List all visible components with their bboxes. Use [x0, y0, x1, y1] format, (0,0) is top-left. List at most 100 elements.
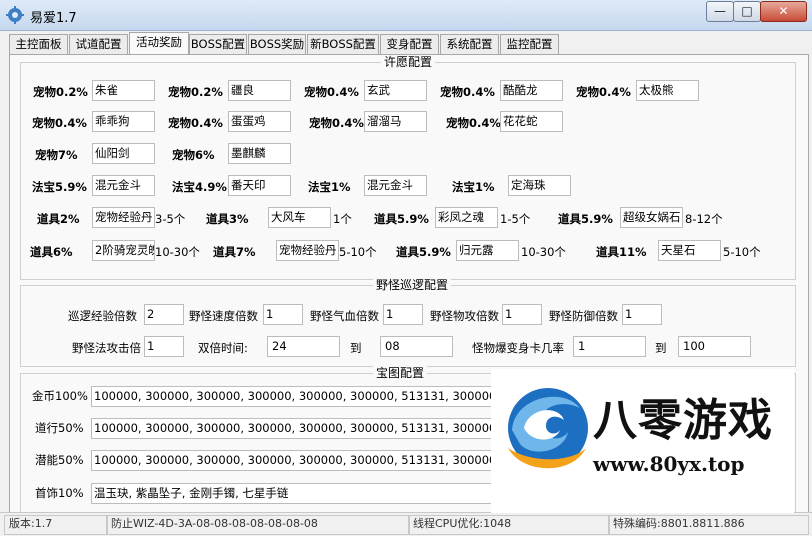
wish-row4-label-3: 法宝1%: [308, 180, 351, 194]
wish-config-title: 许愿配置: [381, 55, 436, 69]
wish-row4-field-2[interactable]: 番天印: [228, 175, 291, 196]
tab-new-boss-config[interactable]: 新BOSS配置: [307, 34, 379, 54]
wish-row3-label-2: 宠物6%: [172, 148, 215, 162]
wish-row6-label-4: 道具11%: [596, 245, 647, 259]
watermark-brand: 八零游戏: [593, 395, 773, 446]
monster-speed-label: 野怪速度倍数: [189, 309, 258, 323]
wish-row1-label-4: 宠物0.4%: [440, 85, 495, 99]
close-button[interactable]: ✕: [760, 1, 807, 22]
wave-logo-icon: [508, 388, 588, 469]
wish-row2-label-1: 宠物0.4%: [32, 116, 87, 130]
status-protection: 防止WIZ-4D-3A-08-08-08-08-08-08-08: [106, 515, 410, 535]
tab-main-panel[interactable]: 主控面板: [9, 34, 68, 54]
wish-row4-field-4[interactable]: 定海珠: [508, 175, 571, 196]
wish-row5-qty-3: 1-5个: [500, 212, 531, 226]
wish-row1-label-5: 宠物0.4%: [576, 85, 631, 99]
wish-row4-label-2: 法宝4.9%: [172, 180, 227, 194]
status-cpu: 线程CPU优化:1048: [408, 515, 610, 535]
patrol-exp-label: 巡逻经验倍数: [68, 309, 137, 323]
treasure-daoxing-label: 道行50%: [35, 421, 84, 435]
wish-row5-label-3: 道具5.9%: [374, 212, 429, 226]
monster-def-label: 野怪防御倍数: [549, 309, 618, 323]
wish-row2-field-2[interactable]: 蛋蛋鸡: [228, 111, 291, 132]
wish-row3-label-1: 宠物7%: [35, 148, 78, 162]
wish-row1-label-3: 宠物0.4%: [304, 85, 359, 99]
wish-row5-field-4[interactable]: 超级女娲石: [620, 207, 683, 228]
wish-row5-label-4: 道具5.9%: [558, 212, 613, 226]
wish-row6-field-2[interactable]: 宠物经验丹: [276, 240, 339, 261]
wish-row2-label-3: 宠物0.4%: [309, 116, 364, 130]
monster-magic-field[interactable]: 1: [144, 336, 184, 357]
status-encoding: 特殊编码:8801.8811.886: [608, 515, 809, 535]
transform-card-to-label: 到: [655, 341, 667, 355]
minimize-button[interactable]: —: [706, 1, 734, 22]
wish-row6-field-1[interactable]: 2阶骑宠灵魄: [92, 240, 155, 261]
wish-row6-label-3: 道具5.9%: [396, 245, 451, 259]
wish-row5-field-3[interactable]: 彩凤之魂: [435, 207, 498, 228]
wish-row2-field-3[interactable]: 溜溜马: [364, 111, 427, 132]
wish-row6-label-1: 道具6%: [30, 245, 73, 259]
wish-row5-qty-2: 1个: [333, 212, 352, 226]
wish-row2-field-4[interactable]: 花花蛇: [500, 111, 563, 132]
tab-monitor-config[interactable]: 监控配置: [500, 34, 559, 54]
monster-speed-field[interactable]: 1: [263, 304, 303, 325]
treasure-map-title: 宝图配置: [373, 366, 428, 380]
treasure-gold-label: 金币100%: [32, 389, 88, 403]
monster-hp-label: 野怪气血倍数: [310, 309, 379, 323]
transform-card-rate-label: 怪物爆变身卡几率: [472, 341, 564, 355]
wish-row6-label-2: 道具7%: [213, 245, 256, 259]
status-bar: 版本:1.7 防止WIZ-4D-3A-08-08-08-08-08-08-08 …: [0, 512, 812, 536]
wish-row3-field-1[interactable]: 仙阳剑: [92, 143, 155, 164]
wish-row4-field-1[interactable]: 混元金斗: [92, 175, 155, 196]
wish-row5-label-1: 道具2%: [37, 212, 80, 226]
wish-row1-label-1: 宠物0.2%: [33, 85, 88, 99]
wish-row1-field-4[interactable]: 酷酷龙: [500, 80, 563, 101]
wish-row6-field-3[interactable]: 归元露: [456, 240, 519, 261]
wish-row2-label-2: 宠物0.4%: [168, 116, 223, 130]
tab-transform-config[interactable]: 变身配置: [380, 34, 439, 54]
wish-row1-field-3[interactable]: 玄武: [364, 80, 427, 101]
wish-row2-field-1[interactable]: 乖乖狗: [92, 111, 155, 132]
tab-trial-config[interactable]: 试道配置: [69, 34, 128, 54]
tab-system-config[interactable]: 系统配置: [440, 34, 499, 54]
monster-hp-field[interactable]: 1: [383, 304, 423, 325]
wish-row6-qty-4: 5-10个: [723, 245, 761, 259]
double-time-to-label: 到: [350, 341, 362, 355]
tab-boss-rewards[interactable]: BOSS奖励: [248, 34, 306, 54]
wish-row4-label-1: 法宝5.9%: [32, 180, 87, 194]
status-version: 版本:1.7: [4, 515, 108, 535]
title-bar: 易爱1.7 — □ ✕: [0, 0, 812, 31]
wish-row1-field-2[interactable]: 疆良: [228, 80, 291, 101]
monster-patrol-title: 野怪巡逻配置: [373, 278, 452, 292]
wish-row4-label-4: 法宝1%: [452, 180, 495, 194]
wish-row4-field-3[interactable]: 混元金斗: [364, 175, 427, 196]
tab-event-rewards[interactable]: 活动奖励: [129, 32, 189, 55]
wish-row5-field-2[interactable]: 大风车: [268, 207, 331, 228]
transform-card-rate-max-field[interactable]: 100: [678, 336, 751, 357]
transform-card-rate-min-field[interactable]: 1: [573, 336, 646, 357]
patrol-exp-field[interactable]: 2: [144, 304, 184, 325]
wish-row5-qty-4: 8-12个: [685, 212, 723, 226]
wish-row6-field-4[interactable]: 天星石: [658, 240, 721, 261]
monster-def-field[interactable]: 1: [622, 304, 662, 325]
double-time-start-field[interactable]: 24: [267, 336, 340, 357]
double-time-label: 双倍时间:: [198, 341, 248, 355]
wish-row3-field-2[interactable]: 墨麒麟: [228, 143, 291, 164]
tab-boss-config[interactable]: BOSS配置: [189, 34, 247, 54]
maximize-button[interactable]: □: [733, 1, 761, 22]
monster-atk-label: 野怪物攻倍数: [430, 309, 499, 323]
treasure-jewelry-label: 首饰10%: [35, 486, 84, 500]
wish-row1-label-2: 宠物0.2%: [168, 85, 223, 99]
monster-atk-field[interactable]: 1: [502, 304, 542, 325]
wish-row2-label-4: 宠物0.4%: [446, 116, 501, 130]
double-time-end-field[interactable]: 08: [380, 336, 453, 357]
wish-row6-qty-3: 10-30个: [521, 245, 566, 259]
wish-row5-qty-1: 3-5个: [155, 212, 186, 226]
wish-row1-field-1[interactable]: 朱雀: [92, 80, 155, 101]
wish-row1-field-5[interactable]: 太极熊: [636, 80, 699, 101]
wish-row5-label-2: 道具3%: [206, 212, 249, 226]
watermark-url: www.80yx.top: [593, 452, 745, 476]
wish-row5-field-1[interactable]: 宠物经验丹: [92, 207, 155, 228]
wish-row6-qty-1: 10-30个: [155, 245, 200, 259]
monster-magic-label: 野怪法攻击倍: [72, 341, 141, 355]
